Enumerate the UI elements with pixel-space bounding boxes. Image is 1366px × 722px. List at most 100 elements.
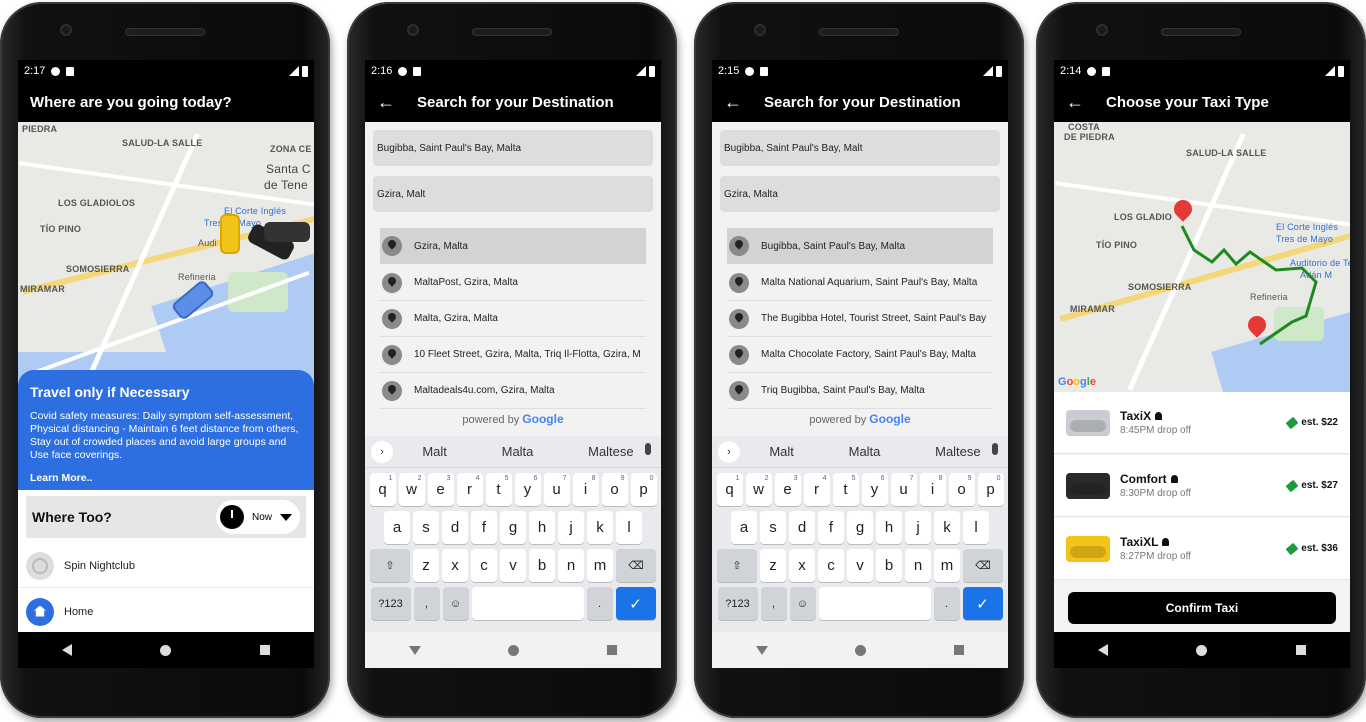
mic-icon[interactable]	[645, 443, 651, 455]
key-x[interactable]: x	[442, 549, 468, 582]
key-o[interactable]: o9	[948, 473, 975, 506]
key-a[interactable]: a	[384, 511, 410, 544]
key-o[interactable]: o9	[601, 473, 628, 506]
origin-field[interactable]: Bugibba, Saint Paul's Bay, Malta	[373, 130, 653, 166]
key-x[interactable]: x	[789, 549, 815, 582]
space-key[interactable]	[471, 587, 584, 620]
suggestion-item[interactable]: Malta, Gzira, Malta	[380, 301, 646, 337]
key-g[interactable]: g	[500, 511, 526, 544]
key-f[interactable]: f	[818, 511, 844, 544]
shift-key[interactable]: ⇧	[717, 549, 757, 582]
period-key[interactable]: .	[586, 587, 613, 620]
backspace-icon[interactable]: ⌫	[963, 549, 1003, 582]
suggestion-item[interactable]: Malta Chocolate Factory, Saint Paul's Ba…	[727, 337, 993, 373]
key-n[interactable]: n	[558, 549, 584, 582]
nav-home-icon[interactable]	[160, 644, 172, 656]
key-h[interactable]: h	[529, 511, 555, 544]
route-map[interactable]: COSTA DE PIEDRA SALUD-LA SALLE LOS GLADI…	[1054, 122, 1350, 392]
taxi-option-taxixl[interactable]: TaxiXL 8:27PM drop off est. $36	[1054, 518, 1350, 580]
key-u[interactable]: u7	[543, 473, 570, 506]
suggestion-item[interactable]: Malta National Aquarium, Saint Paul's Ba…	[727, 265, 993, 301]
map[interactable]: PIEDRA SALUD-LA SALLE ZONA CE Santa C de…	[18, 122, 314, 392]
suggestion-item[interactable]: Triq Bugibba, Saint Paul's Bay, Malta	[727, 373, 993, 409]
key-r[interactable]: r4	[456, 473, 483, 506]
key-z[interactable]: z	[413, 549, 439, 582]
period-key[interactable]: .	[933, 587, 960, 620]
key-c[interactable]: c	[818, 549, 844, 582]
key-q[interactable]: q1	[369, 473, 396, 506]
destination-field[interactable]: Gzira, Malta	[720, 176, 1000, 212]
key-k[interactable]: k	[934, 511, 960, 544]
nav-back-icon[interactable]	[62, 644, 73, 656]
symbols-key[interactable]: ?123	[717, 587, 758, 620]
key-w[interactable]: w2	[398, 473, 425, 506]
suggestion-item[interactable]: Maltadeals4u.com, Gzira, Malta	[380, 373, 646, 409]
key-j[interactable]: j	[558, 511, 584, 544]
key-t[interactable]: t5	[485, 473, 512, 506]
saved-place-item[interactable]: Home	[18, 590, 314, 634]
keyboard-suggestion[interactable]: Malta	[849, 444, 881, 459]
nav-recents-icon[interactable]	[954, 645, 965, 655]
keyboard-suggestion[interactable]: Malt	[422, 444, 447, 459]
enter-check-icon[interactable]: ✓	[962, 587, 1003, 620]
back-arrow-icon[interactable]: ←	[724, 92, 742, 113]
suggestion-item[interactable]: Bugibba, Saint Paul's Bay, Malta	[727, 228, 993, 264]
key-b[interactable]: b	[529, 549, 555, 582]
nav-down-icon[interactable]	[408, 645, 421, 655]
key-r[interactable]: r4	[803, 473, 830, 506]
taxi-option-taxix[interactable]: TaxiX 8:45PM drop off est. $22	[1054, 392, 1350, 454]
nav-home-icon[interactable]	[1196, 644, 1208, 656]
key-m[interactable]: m	[587, 549, 613, 582]
key-e[interactable]: e3	[774, 473, 801, 506]
comma-key[interactable]: ,	[760, 587, 787, 620]
keyboard-suggestion[interactable]: Maltese	[935, 444, 981, 459]
suggestion-item[interactable]: The Bugibba Hotel, Tourist Street, Saint…	[727, 301, 993, 337]
destination-field[interactable]: Gzira, Malt	[373, 176, 653, 212]
nav-home-icon[interactable]	[508, 644, 520, 656]
key-s[interactable]: s	[413, 511, 439, 544]
key-d[interactable]: d	[442, 511, 468, 544]
when-selector[interactable]: Now	[215, 500, 300, 534]
emoji-icon[interactable]: ☺	[442, 587, 469, 620]
nav-down-icon[interactable]	[755, 645, 768, 655]
shift-key[interactable]: ⇧	[370, 549, 410, 582]
key-j[interactable]: j	[905, 511, 931, 544]
key-i[interactable]: i8	[572, 473, 599, 506]
taxi-option-comfort[interactable]: Comfort 8:30PM drop off est. $27	[1054, 455, 1350, 517]
enter-check-icon[interactable]: ✓	[615, 587, 656, 620]
nav-recents-icon[interactable]	[259, 645, 270, 655]
where-to-field[interactable]: Where Too? Now	[26, 496, 306, 538]
key-l[interactable]: l	[963, 511, 989, 544]
key-f[interactable]: f	[471, 511, 497, 544]
key-t[interactable]: t5	[832, 473, 859, 506]
nav-recents-icon[interactable]	[607, 645, 618, 655]
keyboard-suggestion[interactable]: Maltese	[588, 444, 634, 459]
chevron-right-icon[interactable]: ›	[371, 441, 393, 463]
comma-key[interactable]: ,	[413, 587, 440, 620]
mic-icon[interactable]	[992, 443, 998, 455]
suggestion-item[interactable]: MaltaPost, Gzira, Malta	[380, 265, 646, 301]
key-y[interactable]: y6	[514, 473, 541, 506]
origin-field[interactable]: Bugibba, Saint Paul's Bay, Malt	[720, 130, 1000, 166]
confirm-taxi-button[interactable]: Confirm Taxi	[1068, 592, 1336, 624]
back-arrow-icon[interactable]: ←	[1066, 92, 1084, 113]
key-z[interactable]: z	[760, 549, 786, 582]
keyboard-suggestion[interactable]: Malt	[769, 444, 794, 459]
key-b[interactable]: b	[876, 549, 902, 582]
emoji-icon[interactable]: ☺	[789, 587, 816, 620]
symbols-key[interactable]: ?123	[370, 587, 411, 620]
learn-more-link[interactable]: Learn More..	[30, 472, 302, 484]
key-c[interactable]: c	[471, 549, 497, 582]
backspace-icon[interactable]: ⌫	[616, 549, 656, 582]
key-y[interactable]: y6	[861, 473, 888, 506]
nav-home-icon[interactable]	[855, 644, 867, 656]
space-key[interactable]	[818, 587, 931, 620]
key-s[interactable]: s	[760, 511, 786, 544]
key-l[interactable]: l	[616, 511, 642, 544]
chevron-right-icon[interactable]: ›	[718, 441, 740, 463]
back-arrow-icon[interactable]: ←	[377, 92, 395, 113]
key-m[interactable]: m	[934, 549, 960, 582]
key-n[interactable]: n	[905, 549, 931, 582]
key-k[interactable]: k	[587, 511, 613, 544]
key-q[interactable]: q1	[716, 473, 743, 506]
